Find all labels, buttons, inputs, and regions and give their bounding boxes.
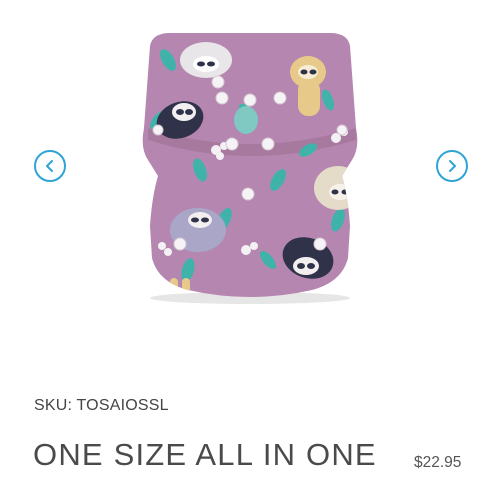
product-page: SKU: TOSAIOSSL ONE SIZE ALL IN ONE $22.9… [0,0,500,500]
chevron-left-icon [46,160,53,172]
product-title: ONE SIZE ALL IN ONE [33,437,377,472]
product-sku: SKU: TOSAIOSSL [34,397,169,414]
product-price: $22.95 [414,454,462,471]
carousel-next-button[interactable] [436,150,468,182]
chevron-right-icon [449,160,456,172]
carousel-prev-button[interactable] [34,150,66,182]
product-image-diaper [142,33,358,304]
product-image-carousel [0,0,500,340]
